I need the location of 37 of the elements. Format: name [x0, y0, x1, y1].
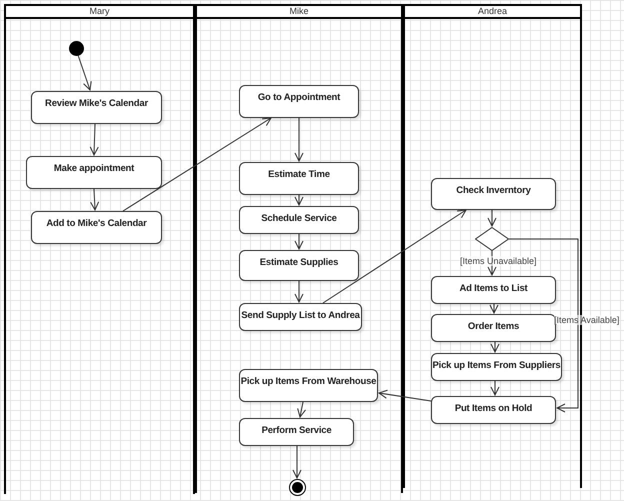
activity-node: Check Inverntory [431, 178, 556, 210]
activity-node: Put Items on Hold [431, 396, 556, 424]
flow-arrow [378, 390, 432, 402]
activity-node: Pick up Items From Warehouse [239, 369, 378, 402]
lane-title: Andrea [403, 4, 582, 19]
flow-arrow [294, 118, 304, 162]
guard-label: [Items Unavailable] [460, 256, 537, 266]
activity-node: Estimate Time [239, 162, 359, 195]
activity-node: Go to Appointment [239, 85, 359, 118]
lane-title: Mike [195, 4, 403, 19]
flow-arrow [490, 342, 500, 352]
flow-arrow [490, 380, 500, 396]
flow-arrow [294, 234, 304, 250]
lane-title: Mary [4, 4, 195, 19]
flow-arrow [490, 304, 498, 314]
flow-arrow [90, 124, 99, 156]
activity-node: Order Items [431, 314, 556, 342]
decision-node [475, 227, 509, 251]
flow-arrow [297, 402, 306, 418]
activity-node: Send Supply List to Andrea [239, 303, 362, 331]
activity-node: Pick up Items From Suppliers [431, 353, 562, 381]
end-node [289, 479, 306, 496]
activity-node: Perform Service [239, 418, 354, 446]
flow-arrow [78, 54, 92, 90]
activity-node: Review Mike's Calendar [31, 91, 162, 124]
flow-arrow [292, 446, 302, 478]
flow-arrow [294, 194, 304, 206]
activity-node: Estimate Supplies [239, 250, 359, 281]
activity-node: Schedule Service [239, 206, 359, 234]
flow-arrow [488, 210, 496, 226]
flow-arrow [294, 280, 304, 302]
flow-arrow [90, 188, 100, 210]
guard-label: [Items Available] [554, 315, 620, 325]
activity-node: Add to Mike's Calendar [31, 211, 162, 244]
activity-node: Ad Items to List [431, 276, 556, 304]
start-node [69, 41, 84, 56]
activity-node: Make appointment [26, 156, 162, 189]
